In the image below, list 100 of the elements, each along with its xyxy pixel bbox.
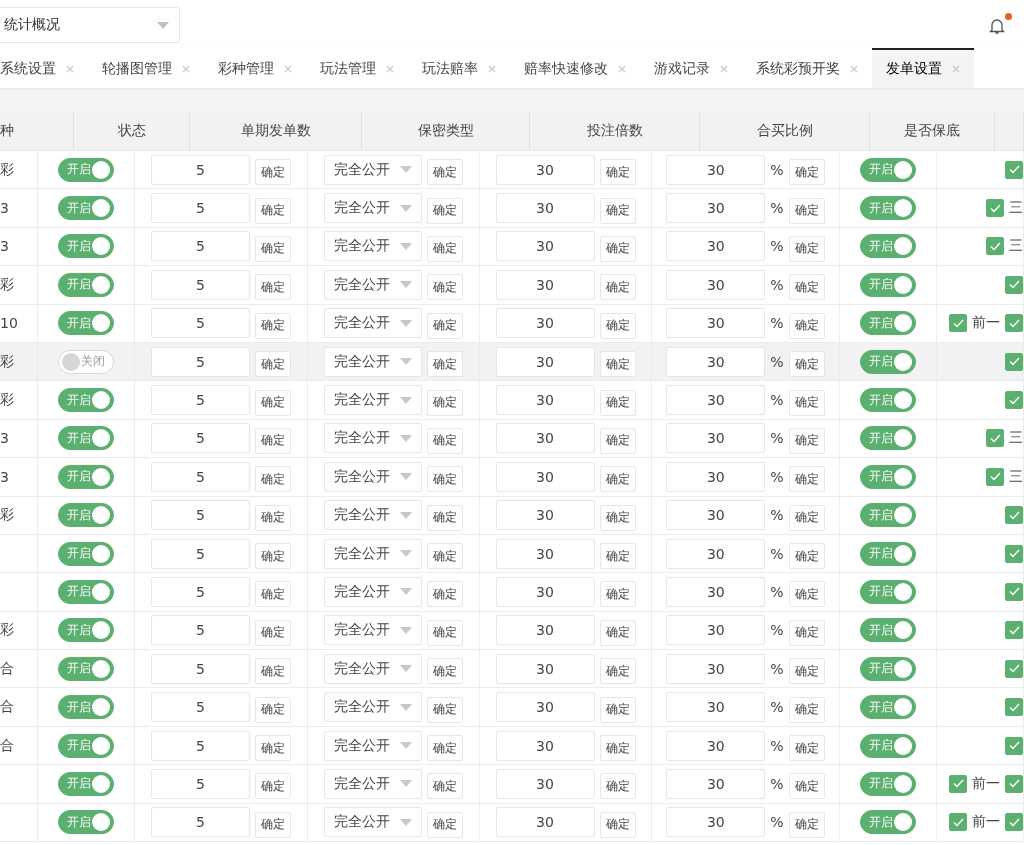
secrecy-select[interactable]: 完全公开	[324, 538, 422, 569]
confirm-button[interactable]: 确定	[427, 235, 463, 262]
secrecy-select[interactable]: 完全公开	[324, 500, 422, 531]
count-field[interactable]: 5	[151, 500, 250, 531]
multiple-field[interactable]: 30	[495, 231, 595, 262]
ratio-field[interactable]: 30	[666, 154, 766, 185]
count-field[interactable]: 5	[151, 231, 250, 262]
checkbox[interactable]	[1005, 352, 1023, 371]
secrecy-select[interactable]: 完全公开	[324, 269, 422, 300]
confirm-button[interactable]: 确定	[427, 312, 463, 339]
confirm-button[interactable]: 确定	[599, 696, 636, 723]
confirm-button[interactable]: 确定	[427, 619, 463, 646]
count-field[interactable]: 5	[151, 653, 250, 684]
confirm-button[interactable]: 确定	[599, 235, 636, 262]
count-field[interactable]: 5	[151, 385, 250, 416]
ratio-field[interactable]: 30	[666, 500, 766, 531]
count-field[interactable]: 5	[151, 308, 250, 339]
confirm-button[interactable]: 确定	[255, 274, 291, 301]
checkbox[interactable]	[1005, 736, 1023, 755]
confirm-button[interactable]: 确定	[255, 696, 291, 723]
tab[interactable]: 玩法管理	[306, 48, 408, 88]
confirm-button[interactable]: 确定	[788, 619, 825, 646]
multiple-field[interactable]: 30	[495, 461, 595, 492]
multiple-field[interactable]: 30	[495, 615, 595, 646]
multiple-field[interactable]: 30	[495, 807, 595, 838]
checkbox[interactable]	[1005, 314, 1023, 333]
secrecy-select[interactable]: 完全公开	[324, 692, 422, 723]
count-field[interactable]: 5	[151, 193, 250, 224]
count-field[interactable]: 5	[151, 423, 250, 454]
menu-select[interactable]: 统计概况	[0, 7, 180, 43]
checkbox[interactable]	[1005, 774, 1023, 793]
tab[interactable]: 系统彩预开奖	[742, 48, 872, 88]
tab[interactable]: 彩种管理	[204, 48, 306, 88]
confirm-button[interactable]: 确定	[427, 811, 463, 838]
confirm-button[interactable]: 确定	[599, 274, 636, 301]
multiple-field[interactable]: 30	[495, 768, 595, 799]
confirm-button[interactable]: 确定	[788, 389, 825, 416]
confirm-button[interactable]: 确定	[427, 351, 463, 378]
count-field[interactable]: 5	[151, 730, 250, 761]
close-icon[interactable]	[284, 65, 292, 73]
confirm-button[interactable]: 确定	[788, 773, 825, 800]
confirm-button[interactable]: 确定	[599, 773, 636, 800]
ratio-field[interactable]: 30	[666, 461, 766, 492]
confirm-button[interactable]: 确定	[788, 696, 825, 723]
confirm-button[interactable]: 确定	[427, 504, 463, 531]
checkbox[interactable]	[949, 774, 967, 793]
confirm-button[interactable]: 确定	[427, 735, 463, 762]
confirm-button[interactable]: 确定	[255, 197, 291, 224]
confirm-button[interactable]: 确定	[599, 811, 636, 838]
confirm-button[interactable]: 确定	[427, 696, 463, 723]
checkbox[interactable]	[986, 429, 1004, 448]
multiple-field[interactable]: 30	[495, 308, 595, 339]
confirm-button[interactable]: 确定	[427, 773, 463, 800]
confirm-button[interactable]: 确定	[788, 581, 825, 608]
confirm-button[interactable]: 确定	[788, 427, 825, 454]
secrecy-select[interactable]: 完全公开	[324, 730, 422, 761]
count-field[interactable]: 5	[151, 538, 250, 569]
multiple-field[interactable]: 30	[495, 730, 595, 761]
secrecy-select[interactable]: 完全公开	[324, 308, 422, 339]
confirm-button[interactable]: 确定	[599, 619, 636, 646]
checkbox[interactable]	[986, 199, 1004, 218]
close-icon[interactable]	[66, 65, 74, 73]
notification-button[interactable]	[988, 13, 1012, 35]
confirm-button[interactable]: 确定	[788, 811, 825, 838]
confirm-button[interactable]: 确定	[599, 197, 636, 224]
multiple-field[interactable]: 30	[495, 193, 595, 224]
confirm-button[interactable]: 确定	[599, 504, 636, 531]
ratio-field[interactable]: 30	[666, 807, 766, 838]
secrecy-select[interactable]: 完全公开	[324, 653, 422, 684]
close-icon[interactable]	[182, 65, 190, 73]
confirm-button[interactable]: 确定	[255, 735, 291, 762]
confirm-button[interactable]: 确定	[788, 735, 825, 762]
confirm-button[interactable]: 确定	[255, 351, 291, 378]
multiple-field[interactable]: 30	[495, 385, 595, 416]
checkbox[interactable]	[986, 467, 1004, 486]
checkbox[interactable]	[1005, 659, 1023, 678]
secrecy-select[interactable]: 完全公开	[324, 615, 422, 646]
confirm-button[interactable]: 确定	[427, 658, 463, 685]
confirm-button[interactable]: 确定	[788, 159, 825, 186]
confirm-button[interactable]: 确定	[788, 235, 825, 262]
close-icon[interactable]	[386, 65, 394, 73]
multiple-field[interactable]: 30	[495, 653, 595, 684]
secrecy-select[interactable]: 完全公开	[324, 193, 422, 224]
tab[interactable]: 玩法赔率	[408, 48, 510, 88]
confirm-button[interactable]: 确定	[255, 466, 291, 493]
count-field[interactable]: 5	[151, 807, 250, 838]
confirm-button[interactable]: 确定	[599, 159, 636, 186]
multiple-field[interactable]: 30	[495, 269, 595, 300]
count-field[interactable]: 5	[151, 154, 250, 185]
multiple-field[interactable]: 30	[495, 577, 595, 607]
multiple-field[interactable]: 30	[495, 154, 595, 185]
confirm-button[interactable]: 确定	[255, 581, 291, 608]
count-field[interactable]: 5	[151, 615, 250, 646]
secrecy-select[interactable]: 完全公开	[324, 154, 422, 185]
confirm-button[interactable]: 确定	[788, 543, 825, 570]
confirm-button[interactable]: 确定	[788, 274, 825, 301]
confirm-button[interactable]: 确定	[599, 312, 636, 339]
ratio-field[interactable]: 30	[666, 538, 766, 569]
secrecy-select[interactable]: 完全公开	[324, 577, 422, 607]
confirm-button[interactable]: 确定	[599, 658, 636, 685]
